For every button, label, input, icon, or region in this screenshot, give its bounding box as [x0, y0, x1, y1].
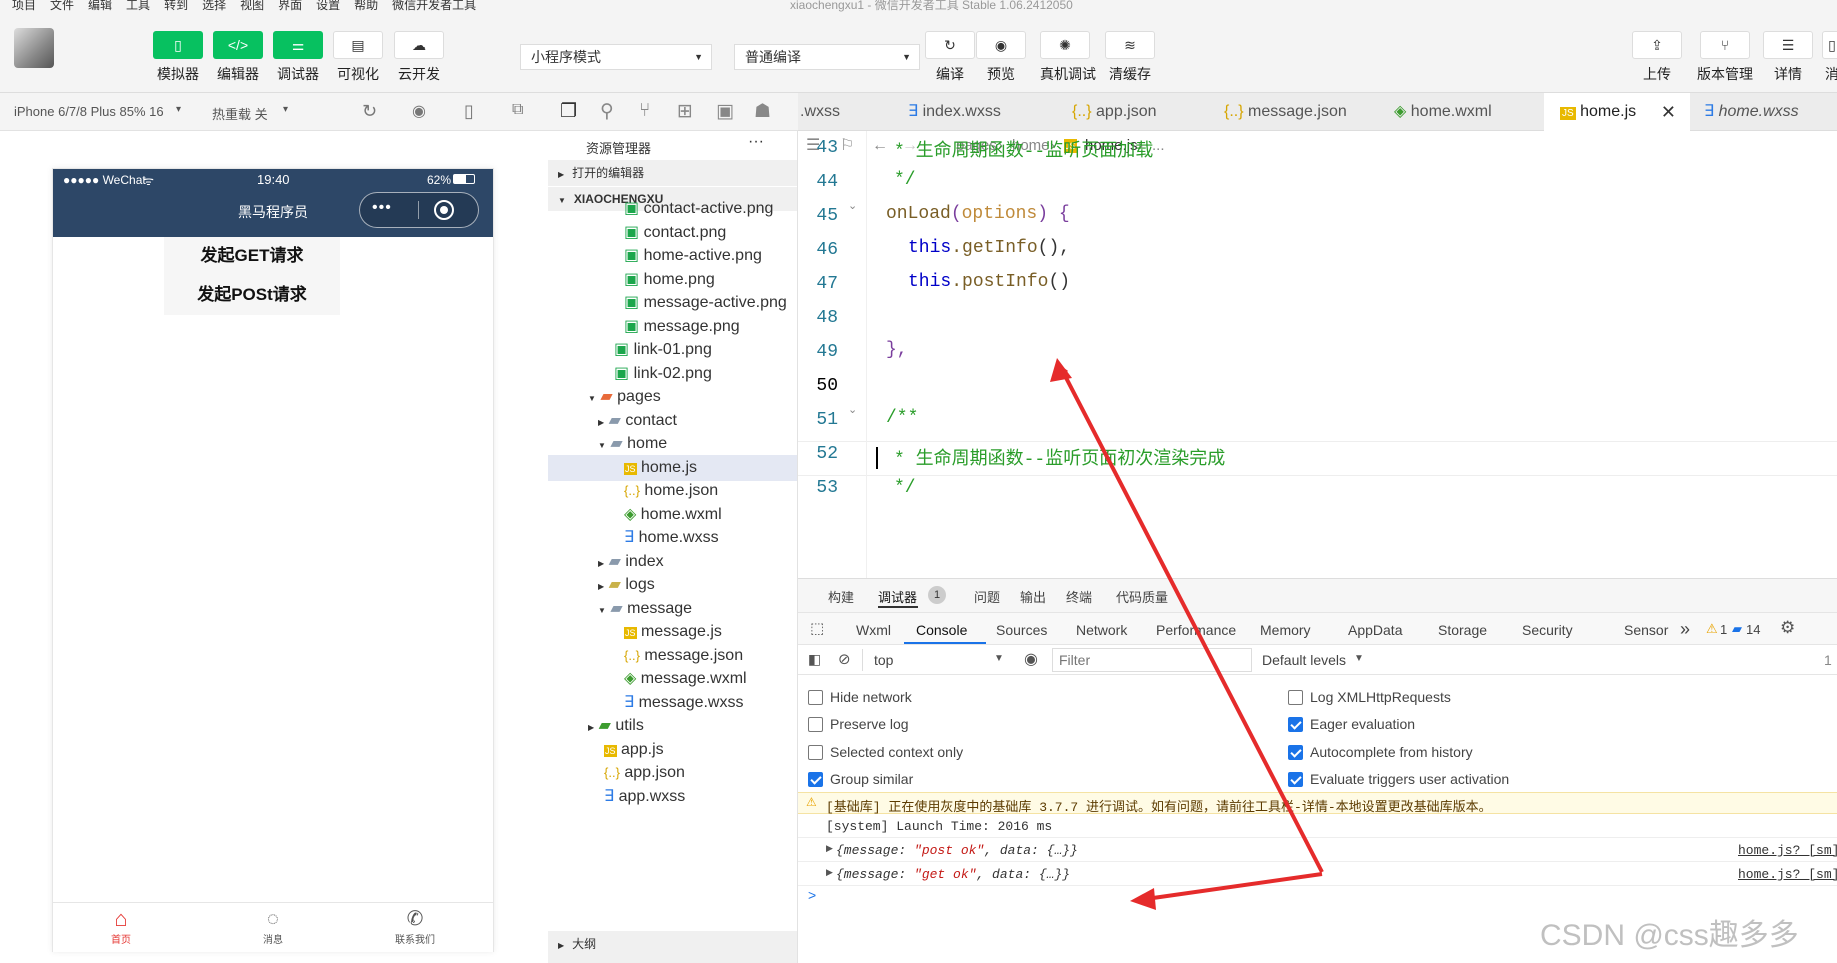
arrow-to-get-log: [1145, 872, 1323, 901]
annotation-arrows: [1050, 358, 1324, 910]
watermark: CSDN @css趣多多: [1540, 919, 1799, 952]
arrow-to-postinfo: [1059, 364, 1324, 873]
arrow-head: [1130, 888, 1156, 910]
arrow-head: [1050, 358, 1072, 382]
